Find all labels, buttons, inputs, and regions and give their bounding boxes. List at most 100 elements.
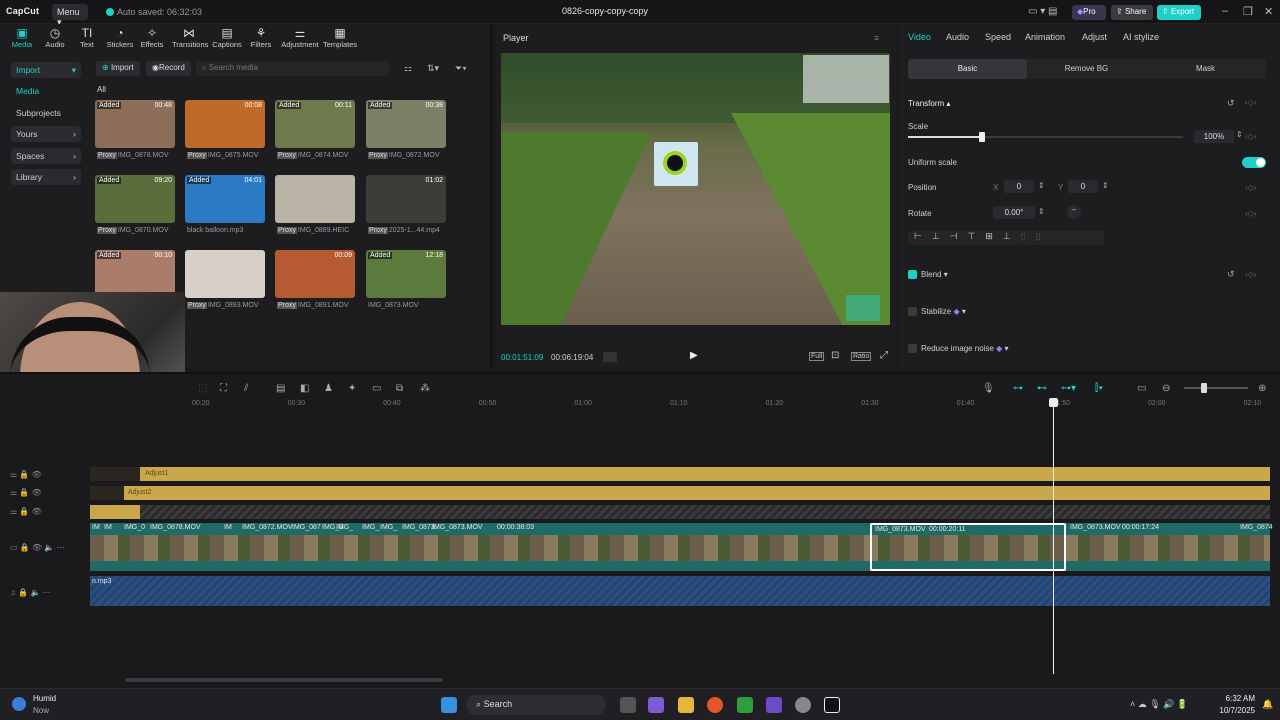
pro-button[interactable]: ◆Pro xyxy=(1072,5,1106,20)
sidebar-item-library[interactable]: Library › xyxy=(11,169,81,185)
rotate-input[interactable]: 0.00° xyxy=(993,206,1035,219)
media-thumbnail[interactable]: Added 00:48 xyxy=(95,100,175,148)
media-thumbnail[interactable]: Added 12:18 xyxy=(366,250,446,298)
transform-header[interactable]: Transform ▴ xyxy=(908,99,950,108)
stabilize-header[interactable]: Stabilize ◆ ▾ xyxy=(921,307,966,316)
maximize-icon[interactable]: ❐ xyxy=(1243,5,1253,18)
tab-audio[interactable]: ◷ Audio xyxy=(38,26,72,49)
align-toolbar[interactable]: ⊢⊥⊣⊤⊞⊥▯▯ xyxy=(908,231,1104,245)
tab-adjustment[interactable]: ⚌ Adjustment xyxy=(280,26,320,49)
capcut-taskbar-icon[interactable] xyxy=(824,697,840,713)
blend-header[interactable]: Blend ▾ xyxy=(921,270,948,279)
media-thumbnail[interactable]: 00:08 xyxy=(185,100,265,148)
eye-icon[interactable]: 👁 xyxy=(32,470,42,479)
eye-icon[interactable]: 👁 xyxy=(32,543,42,552)
play-icon[interactable]: ▶ xyxy=(690,350,698,361)
notification-icon[interactable]: 🔔 xyxy=(1262,699,1273,710)
record-button[interactable]: ◉Record xyxy=(146,61,191,76)
screenshot-icon[interactable]: ⊡ xyxy=(831,350,839,361)
speaker-icon[interactable]: 🔈 xyxy=(44,543,54,552)
filter-all[interactable]: All xyxy=(97,85,106,94)
lock-icon[interactable]: 🔒 xyxy=(20,543,30,552)
keyframe-icon[interactable]: ‹◇› xyxy=(1245,183,1256,192)
media-thumbnail[interactable] xyxy=(275,175,355,223)
timeline-scrollbar[interactable] xyxy=(125,678,443,682)
magic-icon[interactable]: ✦ xyxy=(348,383,356,394)
adjust-clip[interactable] xyxy=(90,505,140,519)
rotate-dial-icon[interactable]: – xyxy=(1067,205,1081,219)
tab-stickers[interactable]: ◔ Stickers xyxy=(103,26,137,49)
lock-icon[interactable]: 🔒 xyxy=(18,588,28,597)
weather-icon[interactable] xyxy=(12,697,26,711)
sidebar-item-media[interactable]: Media xyxy=(11,83,81,99)
lock-icon[interactable]: 🔒 xyxy=(19,488,29,497)
minimize-icon[interactable]: – xyxy=(1222,5,1228,17)
tab-audio[interactable]: Audio xyxy=(946,32,969,42)
stepper-icon[interactable]: ⇕ xyxy=(1038,181,1045,190)
tab-transitions[interactable]: ⋈ Transitions xyxy=(172,26,208,49)
subtitle-icon[interactable]: ▭ xyxy=(1137,383,1146,394)
sidebar-item-yours[interactable]: Yours › xyxy=(11,126,81,142)
menu-button[interactable]: Menu ▾ xyxy=(52,4,88,27)
tab-effects[interactable]: ✧ Effects xyxy=(135,26,169,49)
app-icon[interactable] xyxy=(766,697,782,713)
search-input[interactable]: ⌕ Search media xyxy=(196,61,390,76)
task-view-icon[interactable] xyxy=(620,697,636,713)
keyframe-icon[interactable]: ‹◇› xyxy=(1245,132,1256,141)
keyframe-icon[interactable]: ‹◇› xyxy=(1245,270,1256,279)
sort-icon[interactable]: ⇅▾ xyxy=(427,63,439,74)
zoom-slider[interactable] xyxy=(1184,383,1248,393)
sidebar-item-import[interactable]: Import ▾ xyxy=(11,62,81,78)
media-thumbnail[interactable]: Added 00:38 xyxy=(366,100,446,148)
eye-icon[interactable]: 👁 xyxy=(32,488,42,497)
subtab-remove-bg[interactable]: Remove BG xyxy=(1027,59,1146,79)
scale-slider[interactable] xyxy=(908,132,1183,142)
share-button[interactable]: ⇪ Share xyxy=(1111,5,1153,20)
video-track[interactable]: IM IM IMG_0 IMG_0878.MOV IM IMG_0872.MOV IMG_0… xyxy=(90,523,1273,571)
tab-ai-stylize[interactable]: AI stylize xyxy=(1123,32,1159,42)
playhead-handle[interactable] xyxy=(1049,398,1058,407)
windows-start-icon[interactable] xyxy=(441,697,457,713)
project-title[interactable]: 0826-copy-copy-copy xyxy=(540,6,670,16)
media-thumbnail[interactable]: 00:09 xyxy=(275,250,355,298)
reset-icon[interactable]: ↺ xyxy=(1227,98,1235,109)
adjust-track-1[interactable]: Adjust1 xyxy=(90,467,1270,481)
tab-speed[interactable]: Speed xyxy=(985,32,1011,42)
adjust-track-2[interactable]: Adjust2 xyxy=(90,486,1270,500)
tab-animation[interactable]: Animation xyxy=(1025,32,1065,42)
media-thumbnail[interactable]: Added 00:11 xyxy=(275,100,355,148)
reset-icon[interactable]: ↺ xyxy=(1227,269,1235,280)
tab-adjust[interactable]: Adjust xyxy=(1082,32,1107,42)
sidebar-item-subprojects[interactable]: Subprojects xyxy=(11,105,81,121)
audio-track[interactable]: n.mp3 xyxy=(90,576,1270,606)
adjust-track-3[interactable] xyxy=(90,505,1270,519)
timecode-toggle[interactable] xyxy=(603,352,617,362)
import-button[interactable]: ⊕ Import xyxy=(96,61,140,76)
playhead[interactable] xyxy=(1053,398,1054,674)
layout-icon[interactable]: ▭ ▾ ▤ xyxy=(1028,6,1057,17)
eye-icon[interactable]: 👁 xyxy=(32,507,42,516)
stabilize-checkbox[interactable] xyxy=(908,307,917,316)
tab-text[interactable]: TI Text xyxy=(70,26,104,49)
mirror-icon[interactable]: ◧ xyxy=(300,383,309,394)
stepper-icon[interactable]: ⇕ xyxy=(1102,181,1109,190)
firefox-icon[interactable] xyxy=(707,697,723,713)
crop-icon[interactable]: ⛶ xyxy=(220,383,227,394)
lock-icon[interactable]: 🔒 xyxy=(19,470,29,479)
more-icon[interactable]: ⋯ xyxy=(57,543,65,552)
ratio-button[interactable]: Ratio xyxy=(851,352,872,361)
taskbar-search[interactable]: ⌕ Search xyxy=(466,695,606,715)
tab-filters[interactable]: ⚘ Filters xyxy=(244,26,278,49)
stepper-icon[interactable]: ⇕ xyxy=(1236,130,1243,139)
uniform-scale-toggle[interactable] xyxy=(1242,157,1266,168)
more-icon[interactable]: ⋯ xyxy=(43,588,51,597)
stepper-icon[interactable]: ⇕ xyxy=(1038,207,1045,216)
media-thumbnail[interactable]: Added 04:01 xyxy=(185,175,265,223)
copilot-icon[interactable] xyxy=(648,697,664,713)
keyframe-icon[interactable]: ‹◇› xyxy=(1245,209,1256,218)
xbox-icon[interactable] xyxy=(737,697,753,713)
media-thumbnail[interactable]: Added 00:10 xyxy=(95,250,175,298)
media-thumbnail[interactable]: Added 09:20 xyxy=(95,175,175,223)
zoom-out-icon[interactable]: ⊖ xyxy=(1162,383,1170,394)
snap-icon[interactable]: ⊶▾ xyxy=(1061,383,1076,394)
